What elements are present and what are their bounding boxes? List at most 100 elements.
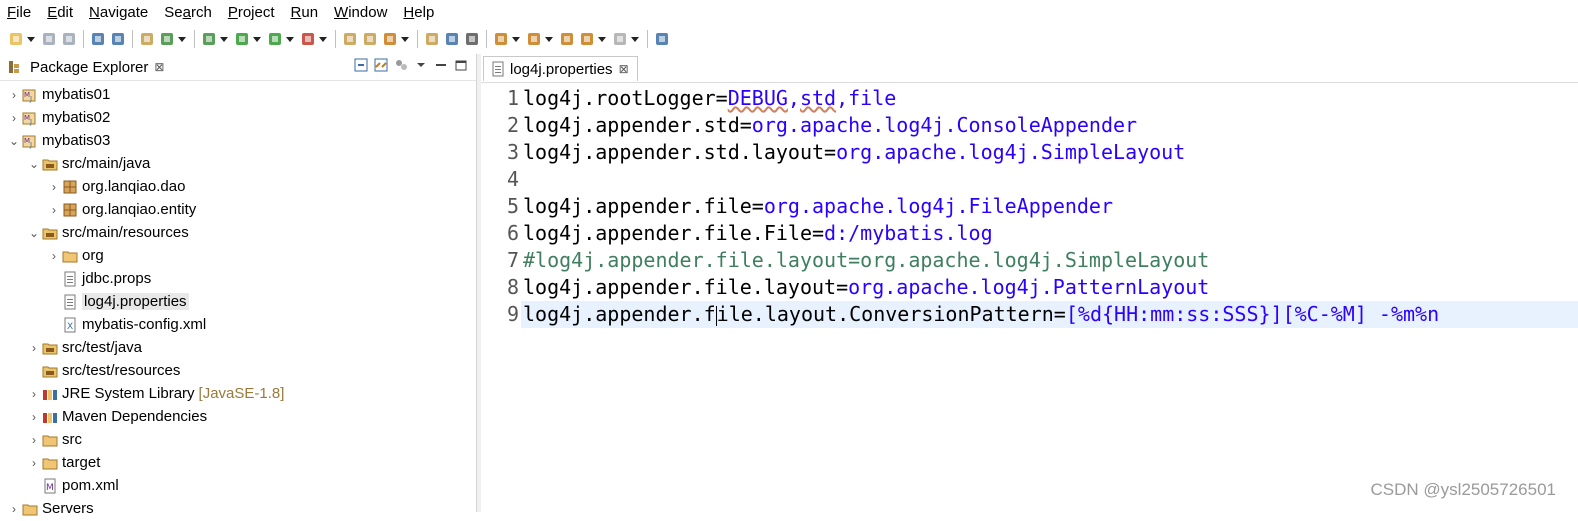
chevron-right-icon[interactable]: › xyxy=(28,411,40,423)
prev-annotation-icon[interactable] xyxy=(526,31,542,47)
terminal-icon[interactable] xyxy=(90,31,106,47)
tree-item[interactable]: › src xyxy=(0,428,82,451)
new-package-icon[interactable] xyxy=(139,31,155,47)
maximize-icon[interactable] xyxy=(454,58,468,72)
code-line[interactable]: log4j.appender.file.layout=org.apache.lo… xyxy=(523,274,1209,301)
library-icon xyxy=(42,386,58,402)
coverage-icon[interactable] xyxy=(267,31,283,47)
code-line[interactable]: log4j.rootLogger=DEBUG,std,file xyxy=(523,85,896,112)
tree-item[interactable]: › src/test/java xyxy=(0,336,142,359)
menu-window[interactable]: Window xyxy=(331,4,390,21)
code-line[interactable]: log4j.appender.file.File=d:/mybatis.log xyxy=(523,220,993,247)
code-line[interactable]: log4j.appender.std.layout=org.apache.log… xyxy=(523,139,1185,166)
chevron-right-icon[interactable]: › xyxy=(28,388,40,400)
dropdown-arrow-icon[interactable] xyxy=(631,36,639,42)
last-edit-icon[interactable] xyxy=(559,31,575,47)
tree-item[interactable]: › org.lanqiao.entity xyxy=(0,198,196,221)
menu-project[interactable]: Project xyxy=(225,4,278,21)
chevron-down-icon[interactable]: ⌄ xyxy=(28,227,40,239)
tree-item[interactable]: ⌄ src/main/java xyxy=(0,152,150,175)
tree-item[interactable]: Mpom.xml xyxy=(0,474,119,497)
link-with-editor-icon[interactable] xyxy=(374,58,388,72)
back-icon[interactable] xyxy=(579,31,595,47)
open-type-icon[interactable] xyxy=(342,31,358,47)
menu-navigate[interactable]: Navigate xyxy=(86,4,151,21)
chevron-right-icon[interactable]: › xyxy=(48,204,60,216)
tree-item[interactable]: Xmybatis-config.xml xyxy=(0,313,206,336)
refresh-icon[interactable] xyxy=(159,31,175,47)
dropdown-arrow-icon[interactable] xyxy=(220,36,228,42)
external-tools-icon[interactable] xyxy=(300,31,316,47)
dropdown-arrow-icon[interactable] xyxy=(319,36,327,42)
dropdown-arrow-icon[interactable] xyxy=(512,36,520,42)
menu-run[interactable]: Run xyxy=(288,4,322,21)
chevron-right-icon[interactable]: › xyxy=(28,342,40,354)
chevron-right-icon[interactable]: › xyxy=(28,457,40,469)
open-perspective-icon[interactable] xyxy=(654,31,670,47)
chevron-down-icon[interactable]: ⌄ xyxy=(28,158,40,170)
code-line[interactable]: #log4j.appender.file.layout=org.apache.l… xyxy=(523,247,1209,274)
dropdown-arrow-icon[interactable] xyxy=(178,36,186,42)
filters-icon[interactable] xyxy=(394,58,408,72)
show-whitespace-icon[interactable] xyxy=(464,31,480,47)
menu-file[interactable]: File xyxy=(4,4,34,21)
chevron-right-icon[interactable]: › xyxy=(48,250,60,262)
forward-icon[interactable] xyxy=(612,31,628,47)
dropdown-arrow-icon[interactable] xyxy=(401,36,409,42)
dropdown-arrow-icon[interactable] xyxy=(545,36,553,42)
search-icon[interactable] xyxy=(382,31,398,47)
tree-item[interactable]: jdbc.props xyxy=(0,267,151,290)
tree-item[interactable]: › Servers xyxy=(0,497,94,520)
chevron-right-icon[interactable]: › xyxy=(8,503,20,515)
dropdown-arrow-icon[interactable] xyxy=(27,36,35,42)
save-icon[interactable] xyxy=(41,31,57,47)
toggle-block-icon[interactable] xyxy=(444,31,460,47)
property-value: org.apache.log4j.ConsoleAppender xyxy=(751,113,1138,137)
new-icon[interactable] xyxy=(8,31,24,47)
tree-item[interactable]: src/test/resources xyxy=(0,359,180,382)
code-line[interactable]: log4j.appender.file.layout.ConversionPat… xyxy=(523,301,1439,328)
save-all-icon[interactable] xyxy=(61,31,77,47)
collapse-all-icon[interactable] xyxy=(354,58,368,72)
chevron-down-icon[interactable]: ⌄ xyxy=(8,135,20,147)
run-icon[interactable] xyxy=(234,31,250,47)
chevron-right-icon[interactable]: › xyxy=(8,89,20,101)
debug-icon[interactable] xyxy=(201,31,217,47)
dropdown-arrow-icon[interactable] xyxy=(598,36,606,42)
tree-item[interactable]: ⌄ src/main/resources xyxy=(0,221,189,244)
close-icon[interactable]: ⊠ xyxy=(154,60,164,74)
menu-edit[interactable]: Edit xyxy=(44,4,76,21)
dropdown-arrow-icon[interactable] xyxy=(253,36,261,42)
menu-help[interactable]: Help xyxy=(400,4,437,21)
minimize-icon[interactable] xyxy=(434,58,448,72)
chevron-right-icon[interactable]: › xyxy=(8,112,20,124)
tree-item-label: mybatis-config.xml xyxy=(82,316,207,333)
tree-item[interactable]: › M Jmybatis01 xyxy=(0,83,110,106)
skip-breakpoints-icon[interactable] xyxy=(110,31,126,47)
tree-item[interactable]: › org.lanqiao.dao xyxy=(0,175,185,198)
package-explorer-title[interactable]: Package Explorer xyxy=(30,59,148,76)
tree-item[interactable]: › Maven Dependencies xyxy=(0,405,207,428)
code-area[interactable]: log4j.rootLogger=DEBUG,std,file log4j.app… xyxy=(521,83,1578,512)
chevron-right-icon[interactable]: › xyxy=(48,181,60,193)
menu-search[interactable]: Search xyxy=(161,4,215,21)
close-icon[interactable]: ⊠ xyxy=(619,62,629,76)
text-editor[interactable]: 1 2 3 4 5 6 7 8 9 log4j.rootLogger=DEBUG,std,fil… xyxy=(481,83,1578,512)
maven-pom-icon: M xyxy=(42,478,58,494)
editor-tab-log4j-properties[interactable]: log4j.properties ⊠ xyxy=(483,56,638,81)
tree-item[interactable]: log4j.properties xyxy=(0,290,189,313)
toggle-mark-icon[interactable] xyxy=(424,31,440,47)
code-line[interactable]: log4j.appender.std=org.apache.log4j.Cons… xyxy=(523,112,1137,139)
dropdown-arrow-icon[interactable] xyxy=(286,36,294,42)
open-folder-icon[interactable] xyxy=(362,31,378,47)
tree-item[interactable]: › org xyxy=(0,244,104,267)
view-menu-icon[interactable] xyxy=(414,58,428,72)
tree-item[interactable]: › JRE System Library [JavaSE-1.8] xyxy=(0,382,284,405)
tree-item[interactable]: › M Jmybatis02 xyxy=(0,106,110,129)
chevron-right-icon[interactable]: › xyxy=(28,434,40,446)
tree-item[interactable]: ⌄ M Jmybatis03 xyxy=(0,129,110,152)
property-value: std xyxy=(799,86,837,110)
code-line[interactable]: log4j.appender.file=org.apache.log4j.Fil… xyxy=(523,193,1113,220)
next-annotation-icon[interactable] xyxy=(493,31,509,47)
tree-item[interactable]: › target xyxy=(0,451,100,474)
